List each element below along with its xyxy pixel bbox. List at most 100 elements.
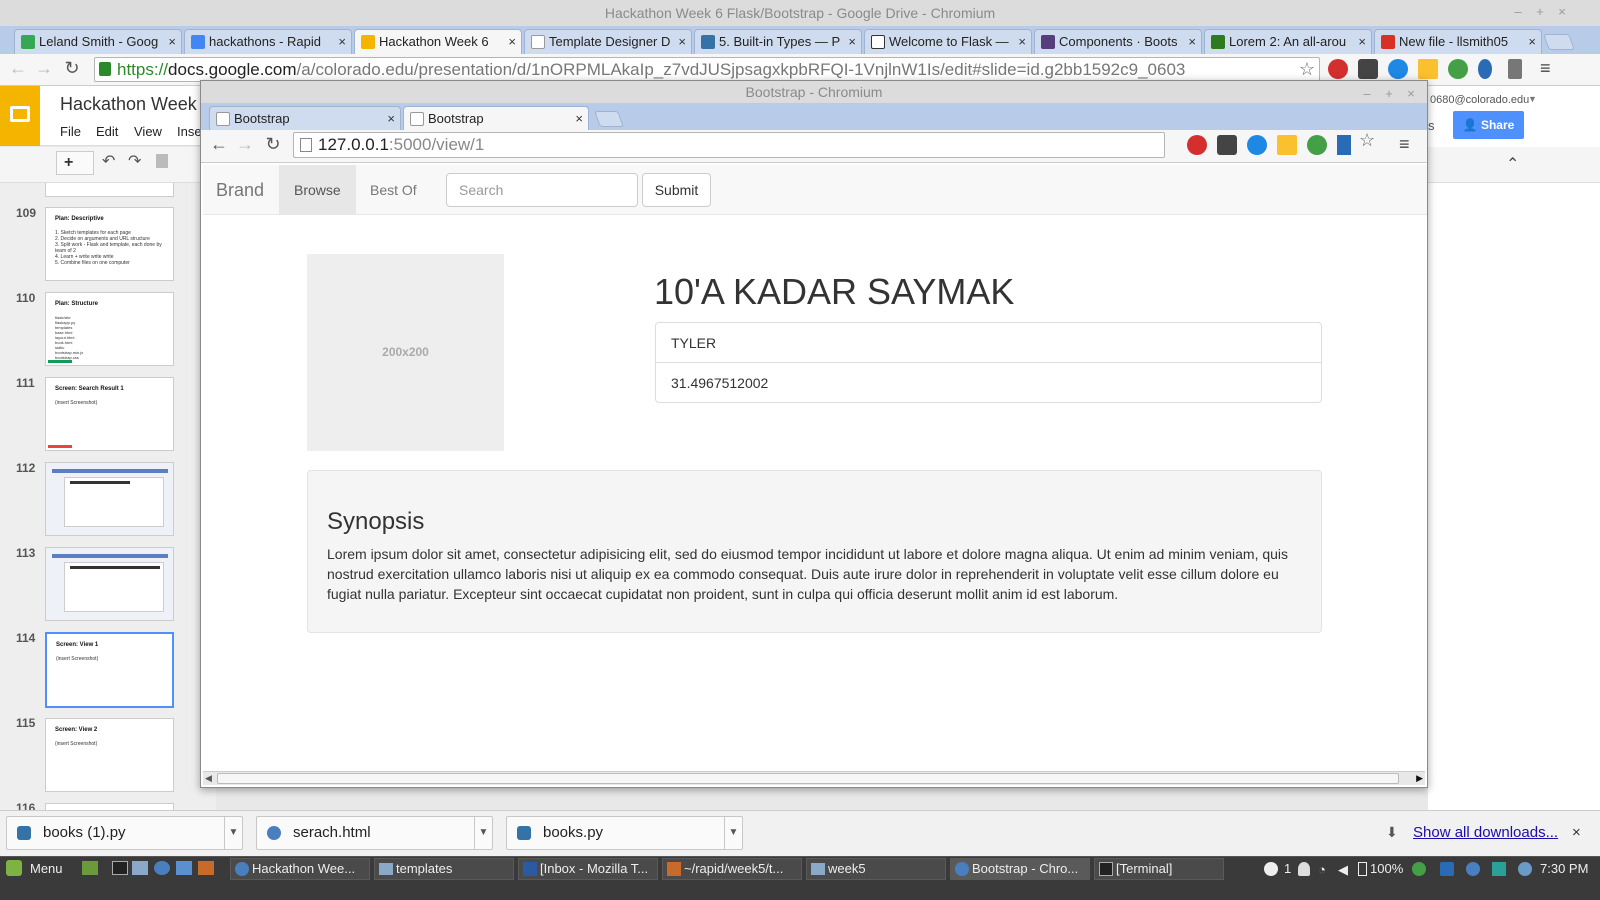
new-tab-button[interactable] bbox=[594, 111, 624, 127]
back-icon[interactable]: ← bbox=[8, 58, 28, 78]
menu-icon[interactable]: ≡ bbox=[1540, 58, 1551, 79]
minimize-icon[interactable]: – bbox=[1359, 83, 1375, 105]
collapse-icon[interactable]: ⌃ bbox=[1506, 154, 1519, 174]
slide-thumbnail[interactable] bbox=[45, 183, 174, 197]
share-button[interactable]: 👤 Share bbox=[1453, 111, 1524, 139]
scroll-right-icon[interactable]: ▶ bbox=[1416, 773, 1423, 784]
forward-icon[interactable]: → bbox=[34, 58, 54, 78]
menu-view[interactable]: View bbox=[134, 124, 162, 139]
tab-python-types[interactable]: 5. Built-in Types — P × bbox=[694, 29, 862, 54]
eyedropper-icon[interactable] bbox=[1508, 59, 1522, 79]
battery-icon[interactable] bbox=[1358, 862, 1367, 876]
star-icon[interactable]: ☆ bbox=[1299, 58, 1315, 81]
user-icon[interactable] bbox=[1298, 862, 1310, 876]
files-icon[interactable] bbox=[132, 861, 148, 875]
scroll-left-icon[interactable]: ◀ bbox=[205, 773, 212, 784]
redo-icon[interactable]: ↷ bbox=[128, 151, 141, 171]
close-icon[interactable]: × bbox=[1358, 30, 1366, 54]
menu-icon[interactable]: ≡ bbox=[1399, 134, 1410, 155]
menu-edit[interactable]: Edit bbox=[96, 124, 118, 139]
desktop-icon[interactable] bbox=[82, 861, 98, 875]
show-all-downloads-link[interactable]: Show all downloads... bbox=[1413, 824, 1558, 841]
firefox-icon[interactable] bbox=[176, 861, 192, 875]
nav-browse[interactable]: Browse bbox=[279, 165, 356, 215]
menu-file[interactable]: File bbox=[60, 124, 81, 139]
back-icon[interactable]: ← bbox=[209, 134, 229, 154]
extension-icon[interactable] bbox=[1337, 135, 1351, 155]
extension-icon[interactable] bbox=[1388, 59, 1408, 79]
volume-icon[interactable]: ◀ bbox=[1338, 862, 1348, 878]
navbar-brand[interactable]: Brand bbox=[216, 180, 264, 201]
close-icon[interactable]: × bbox=[508, 30, 516, 54]
outer-address-bar[interactable]: https://docs.google.com/a/colorado.edu/p… bbox=[94, 57, 1320, 82]
shield-icon[interactable] bbox=[1440, 862, 1454, 876]
paint-format-icon[interactable] bbox=[156, 154, 168, 168]
minimize-icon[interactable]: – bbox=[1510, 4, 1526, 19]
tab-lorem[interactable]: Lorem 2: An all-arou × bbox=[1204, 29, 1372, 54]
download-item[interactable]: books (1).py ▼ bbox=[6, 816, 243, 850]
slides-logo-icon[interactable] bbox=[0, 86, 40, 146]
close-icon[interactable]: × bbox=[1188, 30, 1196, 54]
maximize-icon[interactable]: + bbox=[1532, 4, 1548, 19]
slide-thumbnail[interactable]: Screen: View 2 (insert Screenshot) bbox=[45, 718, 174, 792]
tab-drive[interactable]: Leland Smith - Goog × bbox=[14, 29, 182, 54]
adblock-icon[interactable] bbox=[1328, 59, 1348, 79]
close-icon[interactable]: × bbox=[575, 107, 583, 131]
app-launcher-icon[interactable] bbox=[198, 861, 214, 875]
menu-button[interactable]: Menu bbox=[30, 858, 63, 880]
hangouts-icon[interactable] bbox=[1412, 862, 1426, 876]
nav-best-of[interactable]: Best Of bbox=[355, 165, 432, 215]
download-item[interactable]: books.py ▼ bbox=[506, 816, 743, 850]
close-icon[interactable]: × bbox=[1018, 30, 1026, 54]
slide-thumbnail[interactable] bbox=[45, 547, 174, 621]
tab-bootstrap-2[interactable]: Bootstrap × bbox=[403, 106, 589, 131]
slide-thumbnail[interactable]: Plan: Descriptive 1. Sketch templates fo… bbox=[45, 207, 174, 281]
close-icon[interactable]: × bbox=[387, 107, 395, 131]
keep-icon[interactable] bbox=[1418, 59, 1438, 79]
horizontal-scrollbar[interactable]: ◀ ▶ bbox=[203, 771, 1425, 785]
tab-hackathon-week6[interactable]: Hackathon Week 6 × bbox=[354, 29, 522, 54]
close-icon[interactable]: × bbox=[168, 30, 176, 54]
close-icon[interactable]: × bbox=[1403, 83, 1419, 105]
tab-bootstrap-components[interactable]: Components · Boots × bbox=[1034, 29, 1202, 54]
chevron-down-icon[interactable]: ▼ bbox=[224, 817, 242, 849]
wifi-icon[interactable]: ◔ bbox=[1318, 862, 1326, 877]
chromium-icon[interactable] bbox=[1466, 862, 1480, 876]
undo-icon[interactable]: ↶ bbox=[102, 151, 115, 171]
close-icon[interactable]: × bbox=[1554, 4, 1570, 19]
reload-icon[interactable]: ↻ bbox=[62, 58, 82, 78]
slide-thumbnail-selected[interactable]: Screen: View 1 (insert Screenshot) bbox=[45, 632, 174, 708]
slide-thumbnail[interactable]: Plan: Structure flask/site flaskapp.py t… bbox=[45, 292, 174, 366]
download-item[interactable]: serach.html ▼ bbox=[256, 816, 493, 850]
slide-thumbnail[interactable]: Screen: Search Result 1 (insert Screensh… bbox=[45, 377, 174, 451]
forward-icon[interactable]: → bbox=[235, 134, 255, 154]
chevron-down-icon[interactable]: ▼ bbox=[724, 817, 742, 849]
mint-menu-icon[interactable] bbox=[6, 860, 22, 876]
close-icon[interactable]: × bbox=[1528, 30, 1536, 54]
close-icon[interactable]: × bbox=[1572, 824, 1581, 841]
inner-address-bar[interactable]: 127.0.0.1:5000/view/1 bbox=[293, 132, 1165, 158]
clock[interactable]: 7:30 PM bbox=[1540, 858, 1588, 880]
close-icon[interactable]: × bbox=[848, 30, 856, 54]
terminal-icon[interactable] bbox=[112, 861, 128, 875]
chevron-down-icon[interactable]: ▼ bbox=[474, 817, 492, 849]
chromium-icon[interactable] bbox=[154, 861, 170, 875]
tab-hackathons[interactable]: hackathons - Rapid × bbox=[184, 29, 352, 54]
extension-icon[interactable] bbox=[1247, 135, 1267, 155]
new-slide-button[interactable]: + bbox=[56, 151, 94, 175]
hangouts-icon[interactable] bbox=[1307, 135, 1327, 155]
dropbox-icon[interactable] bbox=[1492, 862, 1506, 876]
close-icon[interactable]: × bbox=[338, 30, 346, 54]
pocket-icon[interactable] bbox=[1217, 135, 1237, 155]
slide-thumbnail[interactable] bbox=[45, 462, 174, 536]
network-icon[interactable] bbox=[1518, 862, 1532, 876]
new-tab-button[interactable] bbox=[1543, 34, 1575, 50]
menu-insert[interactable]: Inse bbox=[177, 124, 202, 139]
maximize-icon[interactable]: + bbox=[1381, 83, 1397, 105]
scrollbar-thumb[interactable] bbox=[217, 773, 1399, 784]
reload-icon[interactable]: ↻ bbox=[263, 134, 283, 154]
adblock-icon[interactable] bbox=[1187, 135, 1207, 155]
extension-icon[interactable] bbox=[1478, 59, 1492, 79]
tab-gmail[interactable]: New file - llsmith05 × bbox=[1374, 29, 1542, 54]
alert-icon[interactable] bbox=[1264, 862, 1278, 876]
